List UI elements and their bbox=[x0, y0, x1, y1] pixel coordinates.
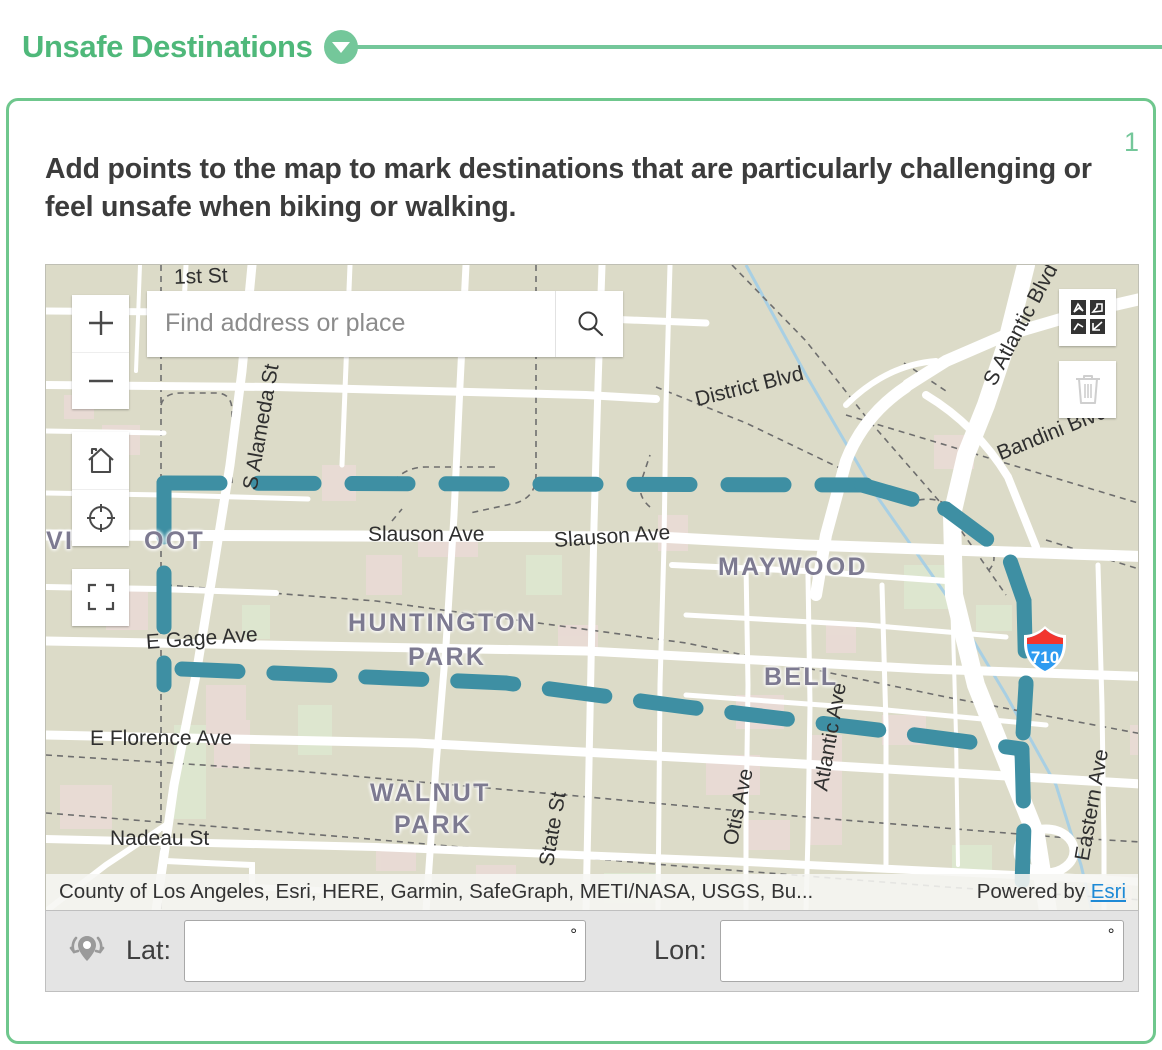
longitude-label: Lon: bbox=[654, 935, 707, 966]
degree-symbol-lon: ° bbox=[1108, 925, 1115, 945]
coordinate-bar: Lat: ° Lon: ° bbox=[45, 910, 1139, 992]
navigation-controls bbox=[72, 432, 129, 546]
map-basemap bbox=[46, 265, 1139, 910]
map-canvas[interactable]: 1st St District Blvd S Atlantic Blvd Ban… bbox=[46, 265, 1138, 910]
zoom-out-button[interactable] bbox=[72, 352, 129, 409]
plus-icon bbox=[86, 308, 116, 338]
interstate-710-shield: 710 bbox=[1021, 623, 1069, 675]
powered-by-label: Powered by bbox=[977, 880, 1091, 903]
svg-text:710: 710 bbox=[1031, 648, 1059, 667]
home-button[interactable] bbox=[72, 432, 129, 489]
section-header: Unsafe Destinations bbox=[0, 0, 1162, 76]
search-input[interactable] bbox=[147, 309, 555, 338]
degree-symbol-lat: ° bbox=[570, 925, 577, 945]
zoom-in-button[interactable] bbox=[72, 295, 129, 352]
sketch-tools-button[interactable] bbox=[1059, 289, 1116, 346]
powered-by: Powered by Esri bbox=[977, 880, 1126, 904]
chevron-down-icon bbox=[332, 42, 350, 53]
fullscreen-button[interactable] bbox=[72, 569, 129, 626]
search-icon bbox=[575, 309, 605, 339]
page-title: Unsafe Destinations bbox=[22, 29, 312, 65]
map-attribution: County of Los Angeles, Esri, HERE, Garmi… bbox=[46, 874, 1138, 910]
question-prompt: Add points to the map to mark destinatio… bbox=[45, 151, 1093, 227]
home-icon bbox=[85, 445, 117, 475]
sketch-tools-group bbox=[1059, 289, 1116, 346]
attribution-text: County of Los Angeles, Esri, HERE, Garmi… bbox=[59, 880, 813, 904]
sketch-tools-icon bbox=[1070, 299, 1106, 335]
latitude-field[interactable]: ° bbox=[184, 920, 586, 982]
question-card: 1 Add points to the map to mark destinat… bbox=[6, 98, 1156, 1044]
minus-icon bbox=[86, 366, 116, 396]
longitude-field[interactable]: ° bbox=[720, 920, 1124, 982]
delete-group bbox=[1059, 361, 1116, 418]
locate-button[interactable] bbox=[72, 489, 129, 546]
map-widget[interactable]: 1st St District Blvd S Atlantic Blvd Ban… bbox=[45, 264, 1139, 910]
location-rotate-icon bbox=[64, 925, 110, 976]
esri-link[interactable]: Esri bbox=[1091, 880, 1126, 903]
collapse-section-button[interactable] bbox=[324, 30, 358, 64]
header-divider bbox=[357, 45, 1162, 49]
latitude-label: Lat: bbox=[126, 935, 171, 966]
crosshair-icon bbox=[86, 503, 116, 533]
delete-button[interactable] bbox=[1059, 361, 1116, 418]
map-search[interactable] bbox=[147, 291, 623, 357]
trash-icon bbox=[1072, 372, 1104, 406]
expand-icon bbox=[87, 583, 115, 611]
longitude-input[interactable] bbox=[721, 921, 1123, 981]
fullscreen-controls bbox=[72, 569, 129, 626]
question-number: 1 bbox=[1124, 127, 1139, 158]
search-button[interactable] bbox=[555, 291, 623, 357]
latitude-input[interactable] bbox=[185, 921, 585, 981]
zoom-controls bbox=[72, 295, 129, 409]
